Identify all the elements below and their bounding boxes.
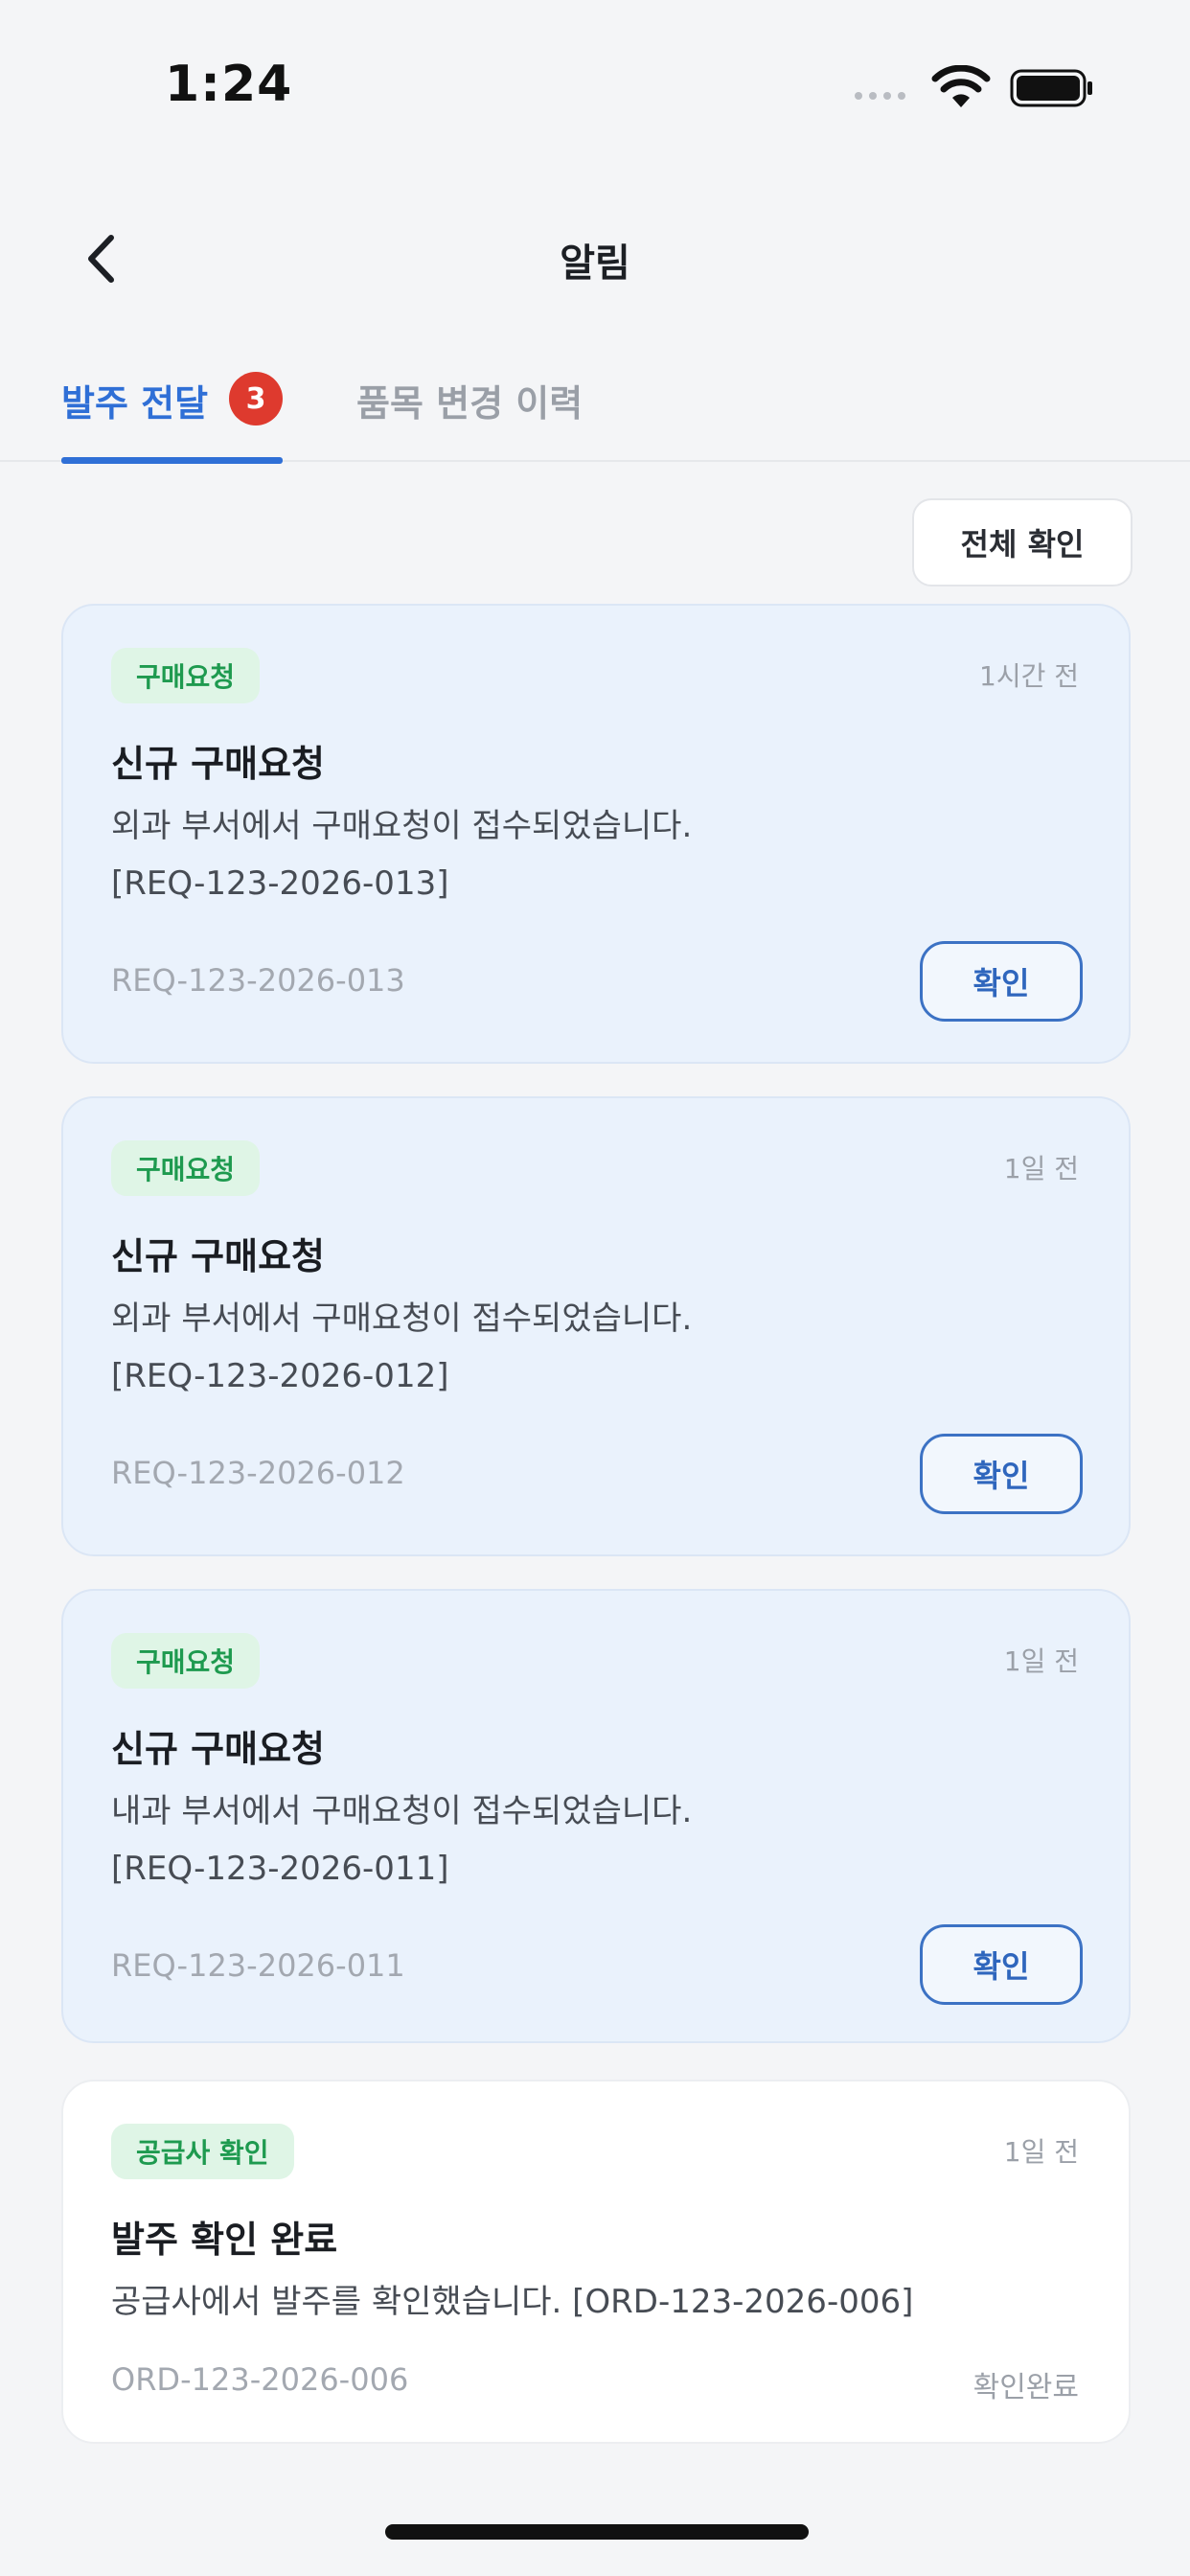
notification-message: 외과 부서에서 구매요청이 접수되었습니다. [REQ-123-2026-012… — [111, 1290, 1069, 1405]
cellular-signal-icon — [855, 92, 905, 100]
confirm-all-button[interactable]: 전체 확인 — [912, 498, 1133, 586]
confirm-button[interactable]: 확인 — [920, 1924, 1083, 2005]
notification-card[interactable]: 구매요청 1시간 전 신규 구매요청 외과 부서에서 구매요청이 접수되었습니다… — [61, 604, 1131, 1064]
message-line: [REQ-123-2026-013] — [111, 864, 449, 903]
notification-time: 1일 전 — [1003, 2136, 1079, 2168]
confirm-button[interactable]: 확인 — [920, 1434, 1083, 1514]
message-line: [REQ-123-2026-011] — [111, 1850, 449, 1888]
message-line: 내과 부서에서 구매요청이 접수되었습니다. — [111, 1792, 693, 1830]
battery-icon — [1010, 69, 1092, 107]
notification-title: 신규 구매요청 — [111, 1235, 325, 1277]
page-title: 알림 — [560, 242, 630, 286]
message-line: 외과 부서에서 구매요청이 접수되었습니다. — [111, 1300, 693, 1338]
category-tag: 공급사 확인 — [111, 2124, 294, 2179]
message-line: 공급사에서 발주를 확인했습니다. [ORD-123-2026-006] — [111, 2283, 914, 2321]
category-tag: 구매요청 — [111, 1633, 261, 1689]
notification-title: 신규 구매요청 — [111, 743, 325, 785]
active-tab-indicator — [61, 457, 284, 464]
request-id: REQ-123-2026-012 — [111, 1455, 405, 1491]
confirm-button[interactable]: 확인 — [920, 941, 1083, 1022]
request-id: REQ-123-2026-013 — [111, 962, 405, 999]
message-line: 외과 부서에서 구매요청이 접수되었습니다. — [111, 807, 693, 845]
notification-message: 내과 부서에서 구매요청이 접수되었습니다. [REQ-123-2026-011… — [111, 1782, 1069, 1898]
home-indicator — [385, 2524, 809, 2540]
request-id: REQ-123-2026-011 — [111, 1947, 405, 1984]
notification-time: 1시간 전 — [979, 660, 1079, 692]
notification-card[interactable]: 공급사 확인 1일 전 발주 확인 완료 공급사에서 발주를 확인했습니다. [… — [61, 2080, 1131, 2444]
notification-time: 1일 전 — [1003, 1645, 1079, 1677]
notification-card[interactable]: 구매요청 1일 전 신규 구매요청 외과 부서에서 구매요청이 접수되었습니다.… — [61, 1096, 1131, 1556]
confirmed-status: 확인완료 — [973, 2371, 1079, 2404]
notification-message: 외과 부서에서 구매요청이 접수되었습니다. [REQ-123-2026-013… — [111, 797, 1069, 912]
wifi-icon — [931, 65, 991, 107]
tab-label: 품목 변경 이력 — [356, 382, 584, 425]
notification-card[interactable]: 구매요청 1일 전 신규 구매요청 내과 부서에서 구매요청이 접수되었습니다.… — [61, 1589, 1131, 2043]
notifications-screen: 1:24 알림 발주 전달 3 품목 변경 이력 전체 확인 구매요청 1시간 … — [0, 0, 1190, 2576]
tab-item-change-history[interactable]: 품목 변경 이력 — [356, 374, 583, 462]
notification-title: 신규 구매요청 — [111, 1728, 325, 1770]
notification-message: 공급사에서 발주를 확인했습니다. [ORD-123-2026-006] — [111, 2273, 1069, 2331]
notification-title: 발주 확인 완료 — [111, 2219, 338, 2261]
status-bar: 1:24 — [0, 0, 1190, 163]
message-line: [REQ-123-2026-012] — [111, 1357, 449, 1395]
unread-count-badge: 3 — [229, 372, 284, 426]
order-id: ORD-123-2026-006 — [111, 2361, 409, 2398]
tab-label: 발주 전달 — [61, 382, 209, 425]
category-tag: 구매요청 — [111, 1140, 261, 1196]
notification-time: 1일 전 — [1003, 1153, 1079, 1184]
status-time: 1:24 — [165, 56, 293, 113]
category-tag: 구매요청 — [111, 648, 261, 703]
header: 알림 — [0, 192, 1190, 326]
tab-bar: 발주 전달 3 품목 변경 이력 — [0, 355, 1190, 464]
tab-order-delivery[interactable]: 발주 전달 3 — [61, 372, 284, 464]
